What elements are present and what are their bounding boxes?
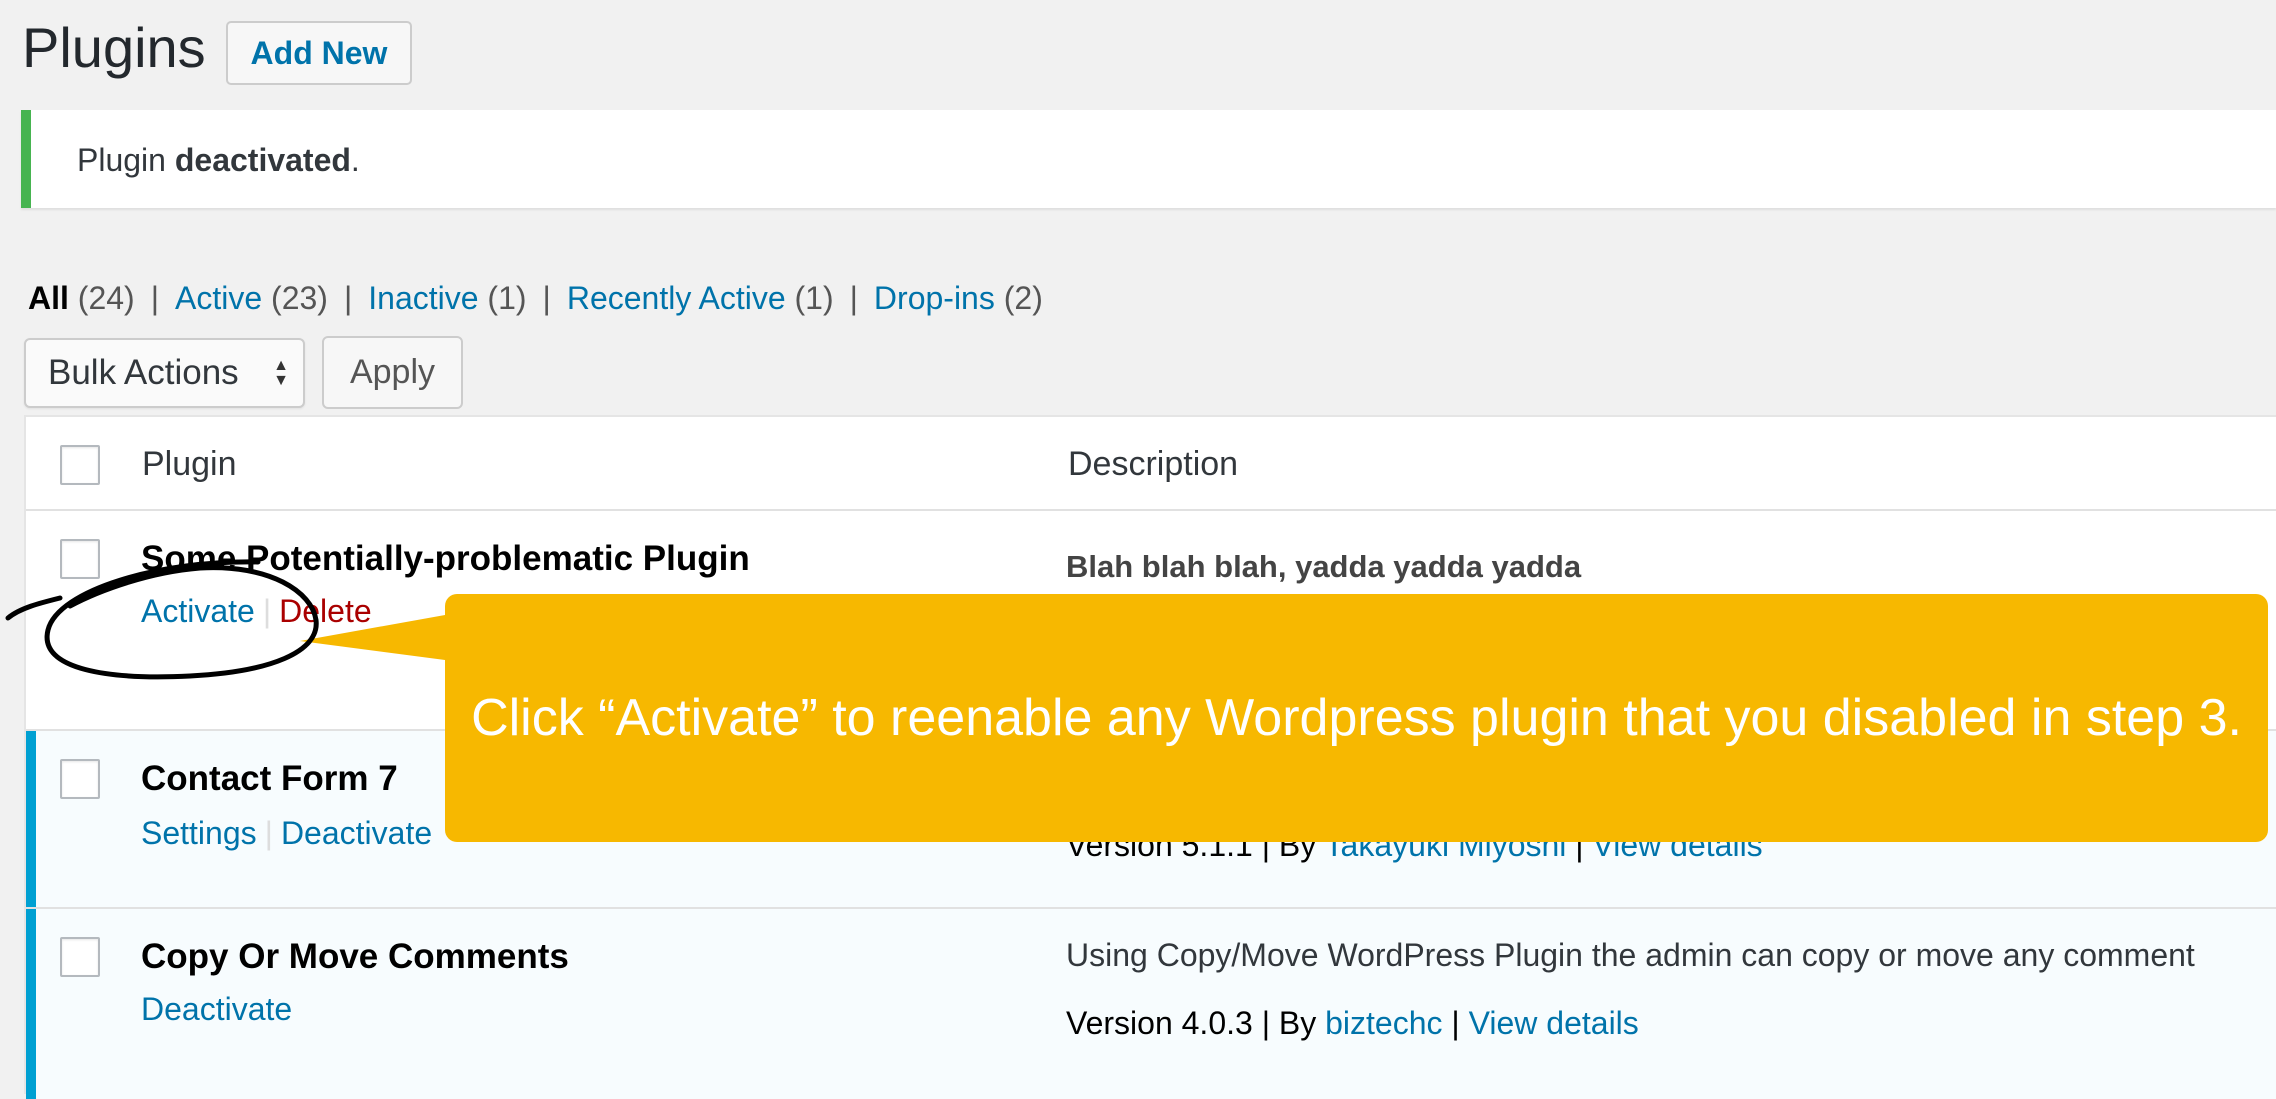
plugin-description: Blah blah blah, yadda yadda yadda [1066, 549, 1582, 584]
add-new-button[interactable]: Add New [226, 21, 412, 85]
activate-link[interactable]: Activate [141, 593, 255, 629]
apply-button[interactable]: Apply [322, 336, 463, 409]
select-all-checkbox[interactable] [60, 445, 100, 485]
bulk-actions-value: Bulk Actions [48, 353, 239, 392]
bulk-actions-select[interactable]: Bulk Actions ▲ ▼ [24, 338, 305, 408]
separator: | [150, 280, 159, 316]
view-all-count: (24) [77, 280, 135, 316]
plugin-name: Copy Or Move Comments [141, 937, 569, 976]
separator: | [343, 280, 353, 316]
row-checkbox[interactable] [60, 539, 100, 579]
view-drop-ins-count: (2) [1003, 280, 1043, 316]
view-drop-ins[interactable]: Drop-ins [874, 280, 995, 316]
select-arrows-icon: ▲ ▼ [273, 357, 289, 389]
notice-suffix: . [350, 142, 360, 178]
deactivate-link[interactable]: Deactivate [281, 815, 432, 851]
notice-prefix: Plugin [77, 142, 175, 178]
separator: | [262, 593, 272, 629]
row-actions: Settings | Deactivate [141, 815, 432, 852]
view-all[interactable]: All [28, 280, 69, 316]
view-inactive-count: (1) [487, 280, 527, 316]
view-active[interactable]: Active [175, 280, 262, 316]
separator: | [849, 280, 858, 316]
notice-banner: Plugin deactivated. [21, 110, 2276, 208]
callout-text: Click “Activate” to reenable any Wordpre… [471, 689, 2242, 747]
separator: | [542, 280, 551, 316]
plugin-meta: Version 4.0.3 | By biztechc | View detai… [1066, 1005, 1639, 1041]
column-header-plugin: Plugin [142, 445, 237, 483]
view-recently-active-count: (1) [794, 280, 834, 316]
by-label: By [1278, 1005, 1317, 1041]
separator: | [264, 815, 273, 851]
plugin-version: Version 4.0.3 [1066, 1005, 1253, 1041]
notice-text: Plugin deactivated. [77, 142, 360, 179]
plugin-name: Some Potentially-problematic Plugin [141, 539, 750, 578]
settings-link[interactable]: Settings [141, 815, 257, 851]
column-header-description: Description [1068, 445, 1239, 483]
deactivate-link[interactable]: Deactivate [141, 991, 292, 1027]
row-actions: Activate | Delete [141, 593, 372, 630]
author-link[interactable]: biztechc [1325, 1005, 1442, 1041]
page-title: Plugins [22, 16, 206, 79]
row-checkbox[interactable] [60, 759, 100, 799]
row-actions: Deactivate [141, 991, 292, 1028]
plugin-description: Using Copy/Move WordPress Plugin the adm… [1066, 937, 2195, 973]
view-active-count: (23) [271, 280, 328, 316]
notice-bold: deactivated [174, 142, 351, 178]
row-checkbox[interactable] [60, 937, 100, 977]
delete-link[interactable]: Delete [279, 593, 372, 629]
view-recently-active[interactable]: Recently Active [567, 280, 786, 316]
plugin-name: Contact Form 7 [141, 759, 398, 798]
view-inactive[interactable]: Inactive [368, 280, 478, 316]
table-header: Plugin Description [26, 417, 2276, 511]
callout-box: Click “Activate” to reenable any Wordpre… [445, 594, 2268, 842]
table-row: Copy Or Move Comments Deactivate Using C… [26, 909, 2276, 1099]
plugin-status-filters: All (24) | Active (23) | Inactive (1) | Recent… [28, 280, 1043, 317]
view-details-link[interactable]: View details [1469, 1005, 1639, 1041]
